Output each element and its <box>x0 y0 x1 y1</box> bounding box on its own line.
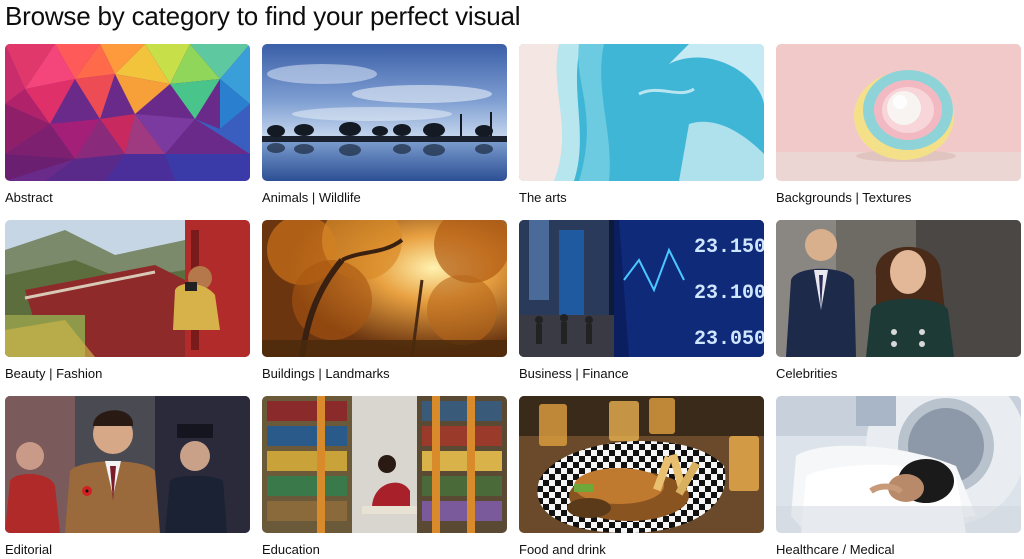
category-label[interactable]: The arts <box>519 190 567 206</box>
category-card-animals-wildlife[interactable]: Animals | Wildlife <box>262 44 507 220</box>
ticker-value: 23.100 <box>694 282 764 305</box>
stock-ticker-street-image[interactable]: 23.150 23.100 23.050 <box>519 220 764 357</box>
page-title: Browse by category to find your perfect … <box>5 1 521 31</box>
category-card-healthcare-medical[interactable]: Healthcare / Medical <box>776 396 1021 559</box>
patient-in-scanner-image[interactable] <box>776 396 1021 533</box>
category-card-abstract[interactable]: Abstract <box>5 44 250 220</box>
woman-photographing-from-train-image[interactable] <box>5 220 250 357</box>
category-label[interactable]: Animals | Wildlife <box>262 190 361 206</box>
category-card-buildings-landmarks[interactable]: Buildings | Landmarks <box>262 220 507 396</box>
ticker-value: 23.150 <box>694 236 764 259</box>
pastel-sphere-sculpture-image[interactable] <box>776 44 1021 181</box>
politician-with-poppy-image[interactable] <box>5 396 250 533</box>
category-label[interactable]: Buildings | Landmarks <box>262 366 390 382</box>
category-label[interactable]: Backgrounds | Textures <box>776 190 911 206</box>
category-card-editorial[interactable]: Editorial <box>5 396 250 559</box>
category-label[interactable]: Editorial <box>5 542 52 558</box>
category-label[interactable]: Beauty | Fashion <box>5 366 102 382</box>
library-bookshelves-image[interactable] <box>262 396 507 533</box>
category-card-beauty-fashion[interactable]: Beauty | Fashion <box>5 220 250 396</box>
category-grid: Abstract Animals | Wildlife The arts Bac… <box>5 44 1021 559</box>
category-label[interactable]: Business | Finance <box>519 366 629 382</box>
category-card-education[interactable]: Education <box>262 396 507 559</box>
category-label[interactable]: Food and drink <box>519 542 606 558</box>
aerial-ocean-beach-image[interactable] <box>519 44 764 181</box>
category-card-business-finance[interactable]: 23.150 23.100 23.050 Business | Finance <box>519 220 764 396</box>
ticker-value: 23.050 <box>694 328 764 351</box>
category-label[interactable]: Celebrities <box>776 366 837 382</box>
category-card-backgrounds-textures[interactable]: Backgrounds | Textures <box>776 44 1021 220</box>
category-card-celebrities[interactable]: Celebrities <box>776 220 1021 396</box>
category-label[interactable]: Healthcare / Medical <box>776 542 895 558</box>
category-card-the-arts[interactable]: The arts <box>519 44 764 220</box>
royal-couple-image[interactable] <box>776 220 1021 357</box>
category-label[interactable]: Education <box>262 542 320 558</box>
category-card-food-and-drink[interactable]: Food and drink <box>519 396 764 559</box>
burger-and-beer-image[interactable] <box>519 396 764 533</box>
elephants-at-sunset-image[interactable] <box>262 44 507 181</box>
category-label[interactable]: Abstract <box>5 190 53 206</box>
abstract-polygon-image[interactable] <box>5 44 250 181</box>
category-browser: Browse by category to find your perfect … <box>0 0 1024 559</box>
autumn-forest-sunlight-image[interactable] <box>262 220 507 357</box>
